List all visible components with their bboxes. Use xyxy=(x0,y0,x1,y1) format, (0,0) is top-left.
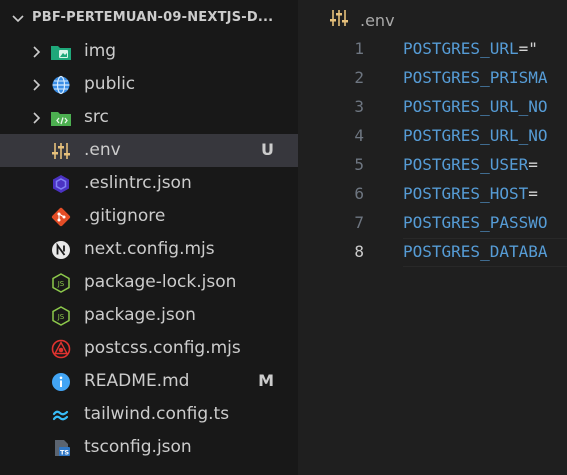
file-tree: img public src .env U .eslintrc.json .gi… xyxy=(0,35,298,464)
code-line[interactable]: 1 POSTGRES_URL=" xyxy=(298,35,567,64)
env-key: POSTGRES_URL_NO xyxy=(403,97,548,116)
code-text: POSTGRES_HOST= xyxy=(403,184,538,203)
code-text: POSTGRES_URL_NO xyxy=(403,97,548,116)
nodejs-icon: JS xyxy=(50,306,72,326)
tree-item-eslintrc[interactable]: .eslintrc.json xyxy=(0,167,298,200)
env-assign: = xyxy=(528,184,538,203)
code-text: POSTGRES_USER= xyxy=(403,155,538,174)
tree-item-env[interactable]: .env U xyxy=(0,134,298,167)
git-status-badge: U xyxy=(261,140,274,159)
code-text: POSTGRES_URL=" xyxy=(403,39,538,58)
tree-item-label: package-lock.json xyxy=(84,272,237,292)
code-line[interactable]: 6 POSTGRES_HOST= xyxy=(298,180,567,209)
tree-item-label: img xyxy=(84,41,117,61)
nodejs-icon: JS xyxy=(50,273,72,293)
eslint-icon xyxy=(50,174,72,194)
env-assign: = xyxy=(528,155,538,174)
source-folder-icon xyxy=(50,108,72,128)
line-number: 5 xyxy=(354,155,364,174)
tailwind-icon xyxy=(50,405,72,425)
tree-item-package[interactable]: JS package.json xyxy=(0,299,298,332)
env-key: POSTGRES_URL xyxy=(403,39,519,58)
code-line[interactable]: 7 POSTGRES_PASSWO xyxy=(298,209,567,238)
code-line[interactable]: 4 POSTGRES_URL_NO xyxy=(298,122,567,151)
explorer-header[interactable]: PBF-PERTEMUAN-09-NEXTJS-D... xyxy=(0,4,298,32)
tree-item-img[interactable]: img xyxy=(0,35,298,68)
code-line[interactable]: 3 POSTGRES_URL_NO xyxy=(298,93,567,122)
chevron-right-icon[interactable] xyxy=(28,77,44,93)
tree-item-label: package.json xyxy=(84,305,196,325)
tree-item-public[interactable]: public xyxy=(0,68,298,101)
code-text: POSTGRES_PRISMA xyxy=(403,68,548,87)
globe-folder-icon xyxy=(50,75,72,95)
tree-item-tailwind-config[interactable]: tailwind.config.ts xyxy=(0,398,298,431)
tree-item-postcss-config[interactable]: postcss.config.mjs xyxy=(0,332,298,365)
env-key: POSTGRES_PRISMA xyxy=(403,68,548,87)
svg-text:JS: JS xyxy=(57,313,65,321)
line-number: 6 xyxy=(354,184,364,203)
code-area[interactable]: 1 POSTGRES_URL=" 2 POSTGRES_PRISMA 3 POS… xyxy=(298,35,567,267)
env-key: POSTGRES_URL_NO xyxy=(403,126,548,145)
breadcrumb-file-label[interactable]: .env xyxy=(360,11,395,30)
postcss-icon xyxy=(50,339,72,359)
code-line[interactable]: 2 POSTGRES_PRISMA xyxy=(298,64,567,93)
env-key: POSTGRES_HOST xyxy=(403,184,529,203)
code-text: POSTGRES_URL_NO xyxy=(403,126,548,145)
tree-item-label: src xyxy=(84,107,109,127)
tree-item-package-lock[interactable]: JS package-lock.json xyxy=(0,266,298,299)
env-key: POSTGRES_PASSWO xyxy=(403,213,548,232)
git-icon xyxy=(50,207,72,227)
line-number: 3 xyxy=(354,97,364,116)
line-number: 2 xyxy=(354,68,364,87)
settings-sliders-icon xyxy=(50,141,72,161)
line-number: 8 xyxy=(354,242,364,261)
editor-pane[interactable]: .env 1 POSTGRES_URL=" 2 POSTGRES_PRISMA … xyxy=(298,0,567,475)
nextjs-icon xyxy=(50,240,72,260)
code-line-active[interactable]: 8 POSTGRES_DATABA xyxy=(298,238,567,267)
settings-sliders-icon xyxy=(328,8,350,32)
tree-item-label: tsconfig.json xyxy=(84,437,192,457)
chevron-right-icon[interactable] xyxy=(28,110,44,126)
code-line[interactable]: 5 POSTGRES_USER= xyxy=(298,151,567,180)
tree-item-gitignore[interactable]: .gitignore xyxy=(0,200,298,233)
image-folder-icon xyxy=(50,42,72,62)
info-icon xyxy=(50,372,72,392)
tree-item-next-config[interactable]: next.config.mjs xyxy=(0,233,298,266)
tree-item-src[interactable]: src xyxy=(0,101,298,134)
tree-item-label: tailwind.config.ts xyxy=(84,404,230,424)
tree-item-label: .gitignore xyxy=(84,206,166,226)
env-key: POSTGRES_DATABA xyxy=(403,242,548,261)
explorer-panel: PBF-PERTEMUAN-09-NEXTJS-D... img public … xyxy=(0,0,298,475)
breadcrumb[interactable]: .env xyxy=(328,8,395,32)
explorer-title: PBF-PERTEMUAN-09-NEXTJS-D... xyxy=(32,10,274,25)
line-number: 4 xyxy=(354,126,364,145)
tree-item-label: README.md xyxy=(84,371,190,391)
tree-item-label: public xyxy=(84,74,136,94)
chevron-right-icon[interactable] xyxy=(28,44,44,60)
line-number: 1 xyxy=(354,39,364,58)
tree-item-tsconfig[interactable]: TS tsconfig.json xyxy=(0,431,298,464)
chevron-down-icon[interactable] xyxy=(10,10,26,26)
git-status-badge: M xyxy=(258,371,274,390)
tree-item-label: .eslintrc.json xyxy=(84,173,192,193)
code-text: POSTGRES_PASSWO xyxy=(403,213,548,232)
tree-item-label: .env xyxy=(84,140,121,160)
line-number: 7 xyxy=(354,213,364,232)
env-assign: =" xyxy=(518,39,538,58)
tree-item-label: postcss.config.mjs xyxy=(84,338,241,358)
svg-text:JS: JS xyxy=(57,280,65,288)
tree-item-readme[interactable]: README.md M xyxy=(0,365,298,398)
env-key: POSTGRES_USER xyxy=(403,155,529,174)
typescript-config-icon: TS xyxy=(50,438,72,458)
svg-text:TS: TS xyxy=(60,448,69,456)
code-text: POSTGRES_DATABA xyxy=(403,242,548,261)
tree-item-label: next.config.mjs xyxy=(84,239,215,259)
